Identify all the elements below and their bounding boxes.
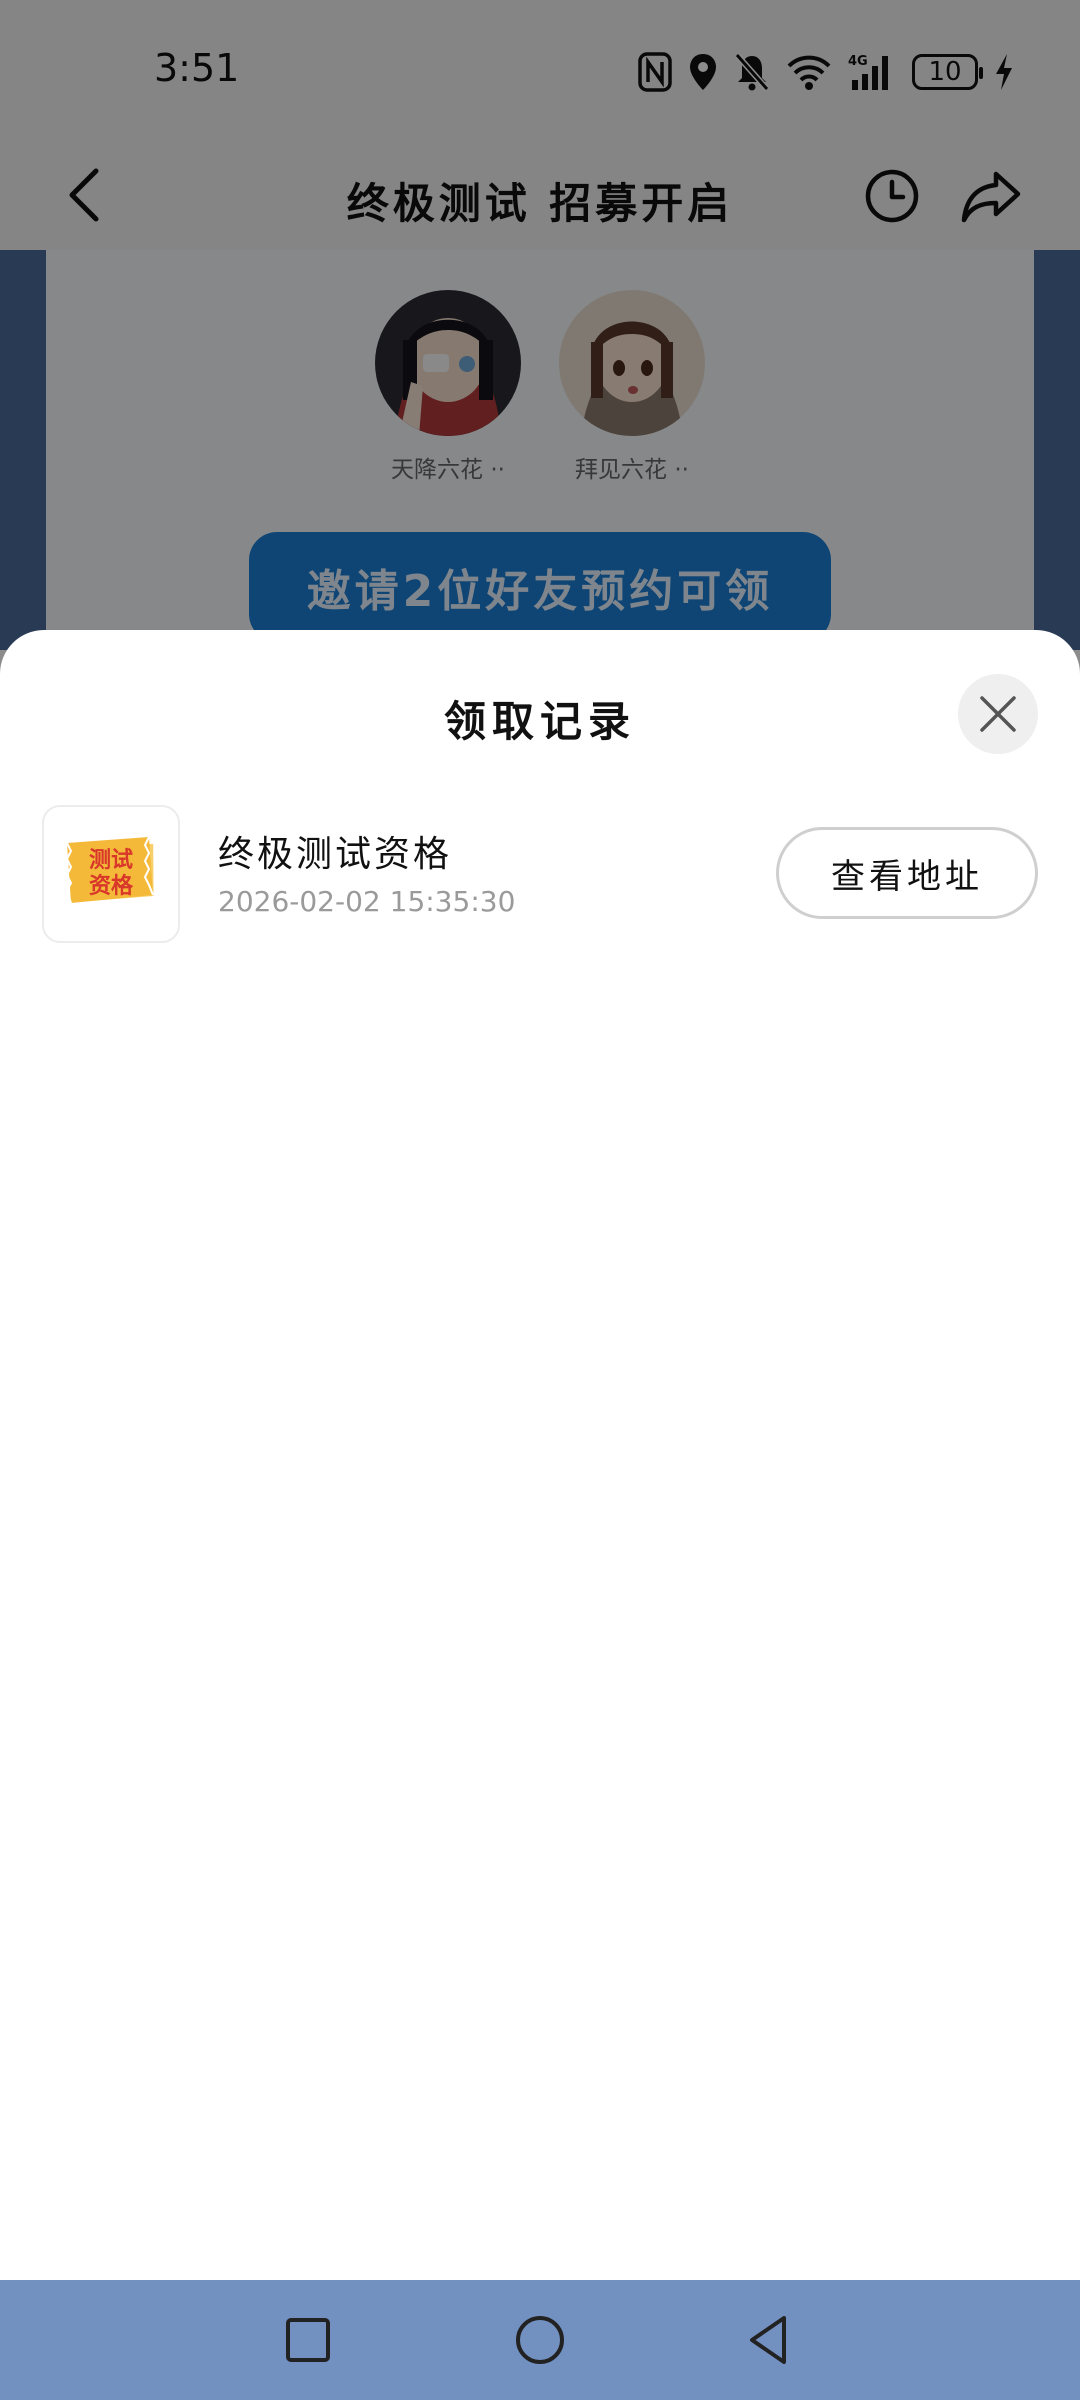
sheet-title: 领取记录 — [443, 697, 636, 746]
home-icon[interactable] — [510, 2310, 570, 2370]
screen: 3:51 4G 10 终极测试 招募开启 天降六花 ·· 拜见六花 ·· 邀请2… — [0, 0, 1080, 2400]
ticket-text-line2: 资格 — [89, 873, 134, 899]
record-item: 测试 资格 终极测试资格 2026-02-02 15:35:30 查看地址 — [42, 805, 1038, 945]
record-time: 2026-02-02 15:35:30 — [218, 885, 516, 918]
back-triangle-icon[interactable] — [740, 2310, 800, 2370]
ticket-icon: 测试 资格 — [65, 836, 154, 904]
ticket-text-line1: 测试 — [89, 848, 133, 873]
system-nav-bar — [0, 2280, 1080, 2400]
record-name: 终极测试资格 — [218, 834, 453, 875]
close-icon — [980, 696, 1016, 732]
view-address-button[interactable]: 查看地址 — [776, 827, 1038, 919]
close-button[interactable] — [958, 674, 1038, 754]
record-thumbnail: 测试 资格 — [42, 805, 180, 943]
claim-records-sheet: 领取记录 测试 资格 终极测试资格 2026-02-02 15:35:30 查看… — [0, 630, 1080, 2280]
recent-apps-icon[interactable] — [278, 2310, 338, 2370]
